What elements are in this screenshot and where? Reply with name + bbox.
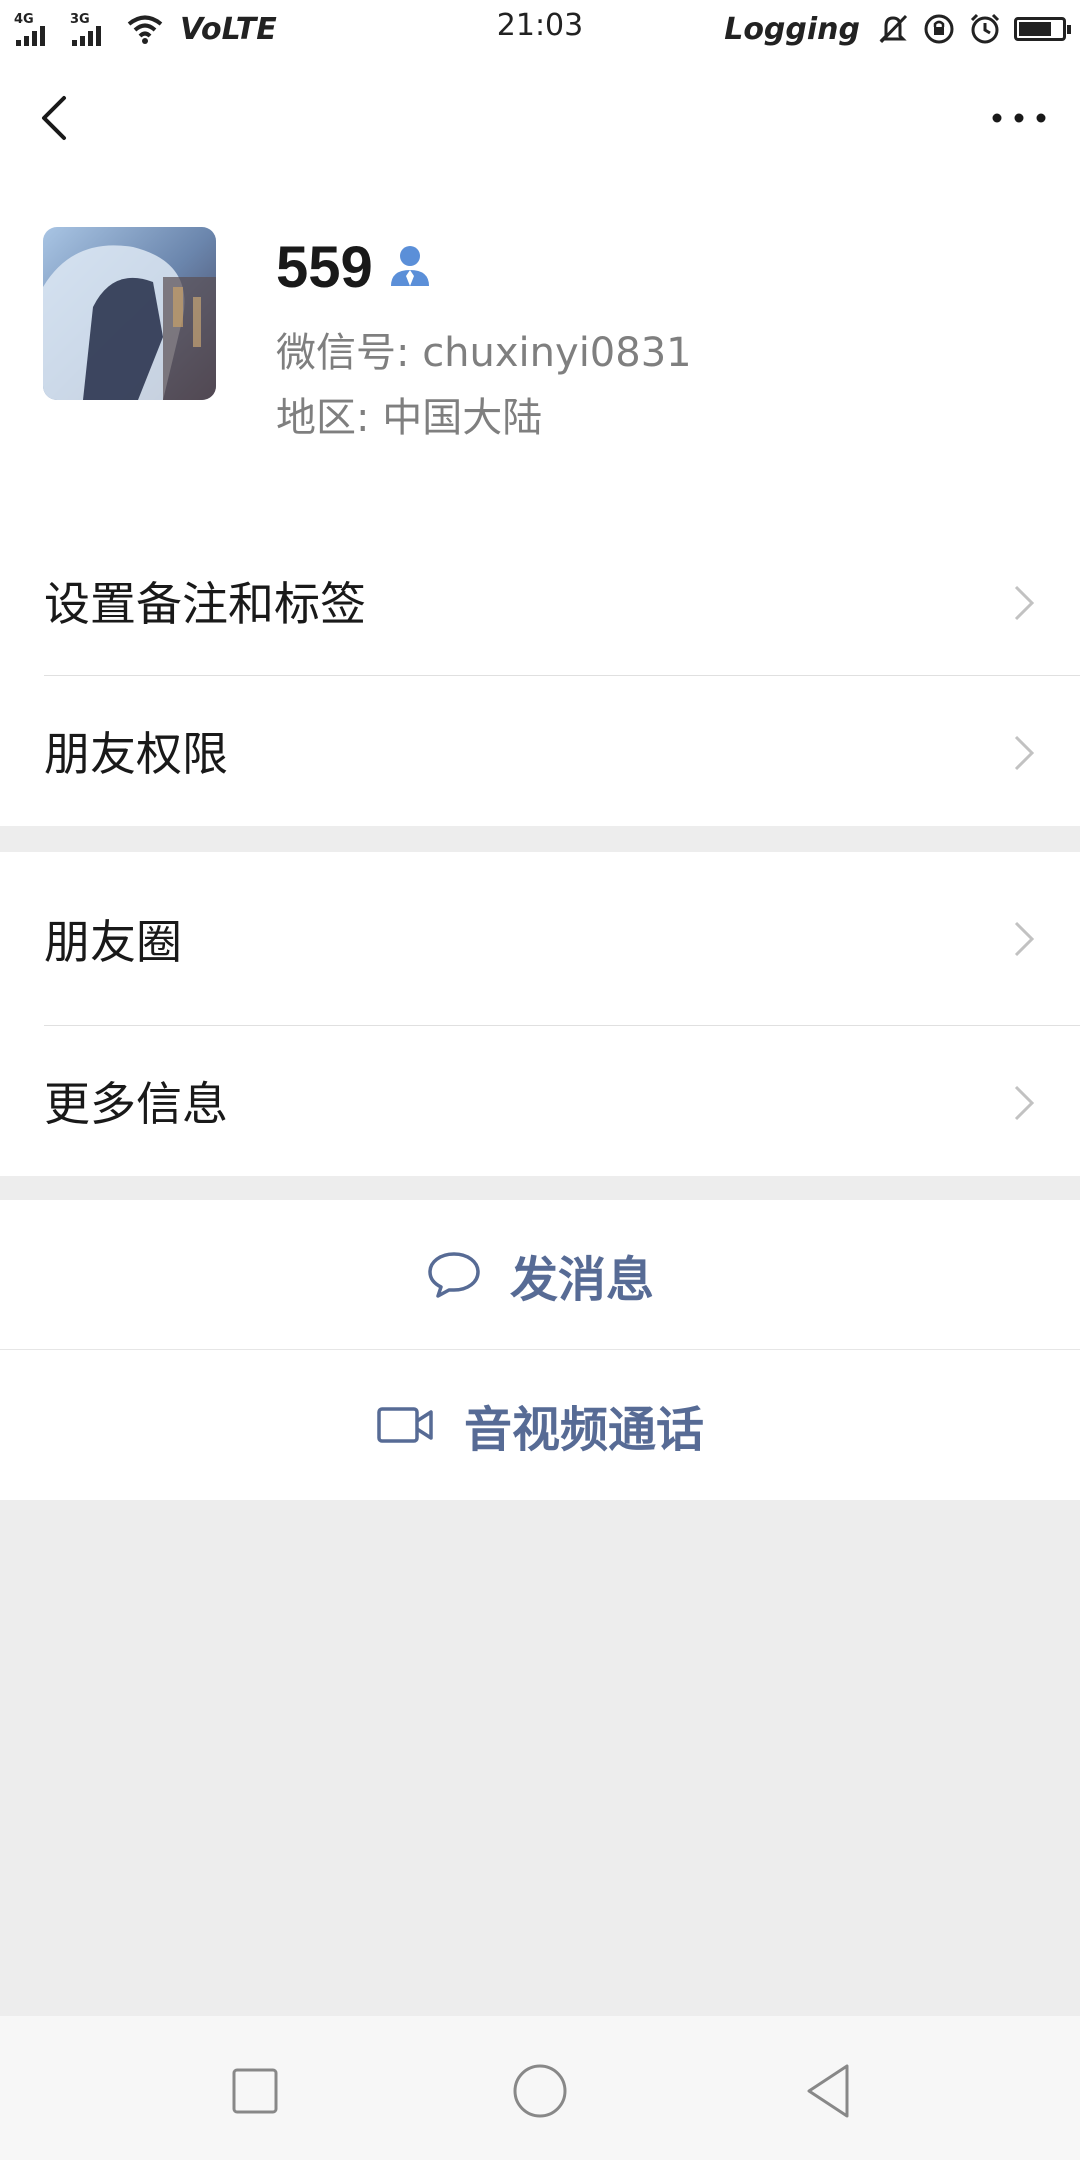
avatar[interactable]: [43, 227, 216, 400]
chevron-right-icon: [1014, 1085, 1035, 1121]
avatar-image: [43, 227, 216, 400]
menu-item-label: 朋友权限: [44, 727, 228, 781]
recent-apps-icon[interactable]: [220, 2056, 290, 2126]
more-horizontal-icon[interactable]: [984, 88, 1054, 148]
chat-bubble-icon: [428, 1252, 480, 1298]
alarm-icon: [970, 13, 1000, 44]
top-nav-bar: [0, 58, 1080, 178]
chevron-right-icon: [1014, 921, 1035, 957]
av-call-label: 音视频通话: [463, 1402, 704, 1458]
chevron-right-icon: [1014, 735, 1035, 771]
wechat-id: 微信号: chuxinyi0831: [276, 330, 692, 376]
av-call-button[interactable]: 音视频通话: [0, 1350, 1080, 1500]
chevron-left-icon[interactable]: [28, 88, 88, 148]
status-right: Logging: [724, 8, 1071, 50]
profile-card: 559 微信号: chuxinyi0831 地区: 中国大陆: [0, 178, 1080, 527]
profile-name: 559: [276, 235, 373, 300]
menu-item-label: 设置备注和标签: [44, 577, 366, 631]
menu-item-moments[interactable]: 朋友圈: [0, 852, 1080, 1026]
logging-indicator: Logging: [724, 11, 860, 47]
chevron-right-icon: [1014, 585, 1035, 621]
send-message-label: 发消息: [509, 1252, 654, 1308]
video-camera-icon: [377, 1407, 433, 1443]
home-icon[interactable]: [505, 2056, 575, 2126]
back-triangle-icon[interactable]: [795, 2056, 865, 2126]
battery-icon: [1014, 17, 1071, 41]
status-bar: 4G 3G VoLTE 21:03 Logging: [0, 0, 1080, 58]
region: 地区: 中国大陆: [276, 395, 543, 441]
contact-person-icon: [391, 246, 429, 286]
actions-group: 发消息 音视频通话: [0, 1200, 1080, 1500]
menu-item-more-info[interactable]: 更多信息: [0, 1026, 1080, 1176]
menu-item-label: 更多信息: [44, 1077, 228, 1131]
settings-group: 设置备注和标签 朋友权限: [0, 526, 1080, 826]
rotation-lock-icon: [924, 14, 954, 44]
info-group: 朋友圈 更多信息: [0, 852, 1080, 1176]
send-message-button[interactable]: 发消息: [0, 1200, 1080, 1350]
system-nav-bar: [0, 2016, 1080, 2160]
menu-item-friend-permissions[interactable]: 朋友权限: [0, 676, 1080, 826]
mute-icon: [879, 14, 908, 44]
menu-item-remark-tags[interactable]: 设置备注和标签: [0, 526, 1080, 676]
menu-item-label: 朋友圈: [44, 915, 182, 969]
